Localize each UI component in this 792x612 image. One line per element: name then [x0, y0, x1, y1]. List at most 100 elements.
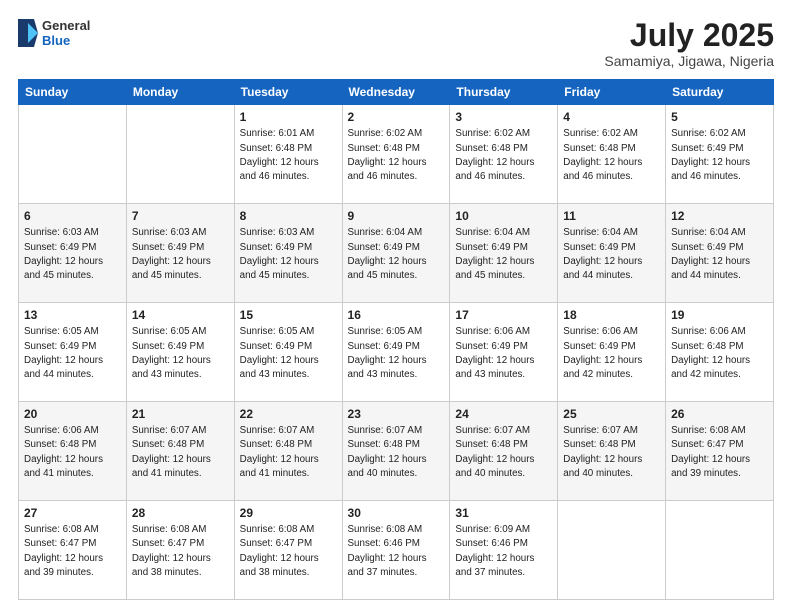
- day-info: Sunrise: 6:03 AMSunset: 6:49 PMDaylight:…: [24, 227, 103, 281]
- day-number: 25: [563, 406, 660, 422]
- day-number: 1: [240, 109, 337, 125]
- day-number: 26: [671, 406, 768, 422]
- calendar-header-tuesday: Tuesday: [234, 80, 342, 105]
- day-number: 9: [348, 208, 445, 224]
- day-number: 31: [455, 505, 552, 521]
- day-info: Sunrise: 6:06 AMSunset: 6:49 PMDaylight:…: [563, 326, 642, 380]
- day-info: Sunrise: 6:04 AMSunset: 6:49 PMDaylight:…: [455, 227, 534, 281]
- calendar-cell: 6 Sunrise: 6:03 AMSunset: 6:49 PMDaylight…: [19, 204, 127, 303]
- day-number: 8: [240, 208, 337, 224]
- day-number: 13: [24, 307, 121, 323]
- day-number: 10: [455, 208, 552, 224]
- day-number: 18: [563, 307, 660, 323]
- day-info: Sunrise: 6:03 AMSunset: 6:49 PMDaylight:…: [132, 227, 211, 281]
- calendar-cell: 11 Sunrise: 6:04 AMSunset: 6:49 PMDayligh…: [558, 204, 666, 303]
- day-number: 30: [348, 505, 445, 521]
- title-month: July 2025: [604, 18, 774, 53]
- logo-general: General: [42, 18, 90, 33]
- calendar-cell: 25 Sunrise: 6:07 AMSunset: 6:48 PMDayligh…: [558, 402, 666, 501]
- calendar-cell: [558, 501, 666, 600]
- calendar-header-friday: Friday: [558, 80, 666, 105]
- calendar-week-row-1: 1Sunrise: 6:01 AMSunset: 6:48 PMDaylight…: [19, 105, 774, 204]
- day-info: Sunrise: 6:02 AMSunset: 6:48 PMDaylight:…: [455, 128, 534, 182]
- calendar-week-row-3: 13 Sunrise: 6:05 AMSunset: 6:49 PMDayligh…: [19, 303, 774, 402]
- day-info: Sunrise: 6:04 AMSunset: 6:49 PMDaylight:…: [348, 227, 427, 281]
- calendar-cell: [19, 105, 127, 204]
- calendar-cell: [666, 501, 774, 600]
- day-number: 7: [132, 208, 229, 224]
- calendar-cell: 17Sunrise: 6:06 AMSunset: 6:49 PMDayligh…: [450, 303, 558, 402]
- calendar-cell: 28 Sunrise: 6:08 AMSunset: 6:47 PMDayligh…: [126, 501, 234, 600]
- calendar-cell: 8 Sunrise: 6:03 AMSunset: 6:49 PMDaylight…: [234, 204, 342, 303]
- day-info: Sunrise: 6:02 AMSunset: 6:49 PMDaylight:…: [671, 128, 750, 182]
- day-info: Sunrise: 6:07 AMSunset: 6:48 PMDaylight:…: [455, 425, 534, 479]
- day-number: 5: [671, 109, 768, 125]
- day-number: 19: [671, 307, 768, 323]
- day-number: 22: [240, 406, 337, 422]
- calendar-cell: 14Sunrise: 6:05 AMSunset: 6:49 PMDayligh…: [126, 303, 234, 402]
- calendar-cell: 9 Sunrise: 6:04 AMSunset: 6:49 PMDaylight…: [342, 204, 450, 303]
- day-info: Sunrise: 6:08 AMSunset: 6:46 PMDaylight:…: [348, 524, 427, 578]
- calendar-week-row-2: 6 Sunrise: 6:03 AMSunset: 6:49 PMDaylight…: [19, 204, 774, 303]
- calendar-cell: 20Sunrise: 6:06 AMSunset: 6:48 PMDayligh…: [19, 402, 127, 501]
- day-number: 16: [348, 307, 445, 323]
- day-info: Sunrise: 6:08 AMSunset: 6:47 PMDaylight:…: [24, 524, 103, 578]
- calendar-header-row: SundayMondayTuesdayWednesdayThursdayFrid…: [19, 80, 774, 105]
- calendar: SundayMondayTuesdayWednesdayThursdayFrid…: [18, 79, 774, 600]
- day-number: 23: [348, 406, 445, 422]
- day-info: Sunrise: 6:07 AMSunset: 6:48 PMDaylight:…: [132, 425, 211, 479]
- day-number: 4: [563, 109, 660, 125]
- day-number: 3: [455, 109, 552, 125]
- calendar-cell: 10 Sunrise: 6:04 AMSunset: 6:49 PMDayligh…: [450, 204, 558, 303]
- calendar-cell: 22Sunrise: 6:07 AMSunset: 6:48 PMDayligh…: [234, 402, 342, 501]
- calendar-cell: 5 Sunrise: 6:02 AMSunset: 6:49 PMDaylight…: [666, 105, 774, 204]
- day-number: 6: [24, 208, 121, 224]
- calendar-header-monday: Monday: [126, 80, 234, 105]
- day-info: Sunrise: 6:06 AMSunset: 6:49 PMDaylight:…: [455, 326, 534, 380]
- calendar-cell: 1Sunrise: 6:01 AMSunset: 6:48 PMDaylight…: [234, 105, 342, 204]
- calendar-cell: 23Sunrise: 6:07 AMSunset: 6:48 PMDayligh…: [342, 402, 450, 501]
- calendar-cell: [126, 105, 234, 204]
- calendar-cell: 26 Sunrise: 6:08 AMSunset: 6:47 PMDayligh…: [666, 402, 774, 501]
- calendar-cell: 29 Sunrise: 6:08 AMSunset: 6:47 PMDayligh…: [234, 501, 342, 600]
- calendar-cell: 24Sunrise: 6:07 AMSunset: 6:48 PMDayligh…: [450, 402, 558, 501]
- calendar-cell: 30 Sunrise: 6:08 AMSunset: 6:46 PMDayligh…: [342, 501, 450, 600]
- day-number: 2: [348, 109, 445, 125]
- calendar-cell: 31Sunrise: 6:09 AMSunset: 6:46 PMDayligh…: [450, 501, 558, 600]
- day-number: 28: [132, 505, 229, 521]
- day-number: 29: [240, 505, 337, 521]
- header: General Blue July 2025 Samamiya, Jigawa,…: [18, 18, 774, 69]
- day-info: Sunrise: 6:08 AMSunset: 6:47 PMDaylight:…: [132, 524, 211, 578]
- calendar-header-sunday: Sunday: [19, 80, 127, 105]
- calendar-cell: 3 Sunrise: 6:02 AMSunset: 6:48 PMDaylight…: [450, 105, 558, 204]
- calendar-cell: 2Sunrise: 6:02 AMSunset: 6:48 PMDaylight…: [342, 105, 450, 204]
- day-info: Sunrise: 6:03 AMSunset: 6:49 PMDaylight:…: [240, 227, 319, 281]
- day-info: Sunrise: 6:05 AMSunset: 6:49 PMDaylight:…: [348, 326, 427, 380]
- title-location: Samamiya, Jigawa, Nigeria: [604, 53, 774, 69]
- title-block: July 2025 Samamiya, Jigawa, Nigeria: [604, 18, 774, 69]
- day-number: 11: [563, 208, 660, 224]
- calendar-cell: 27 Sunrise: 6:08 AMSunset: 6:47 PMDayligh…: [19, 501, 127, 600]
- day-number: 27: [24, 505, 121, 521]
- logo: General Blue: [18, 18, 90, 48]
- day-info: Sunrise: 6:05 AMSunset: 6:49 PMDaylight:…: [240, 326, 319, 380]
- calendar-cell: 7 Sunrise: 6:03 AMSunset: 6:49 PMDaylight…: [126, 204, 234, 303]
- day-info: Sunrise: 6:08 AMSunset: 6:47 PMDaylight:…: [671, 425, 750, 479]
- day-info: Sunrise: 6:04 AMSunset: 6:49 PMDaylight:…: [563, 227, 642, 281]
- calendar-cell: 16 Sunrise: 6:05 AMSunset: 6:49 PMDayligh…: [342, 303, 450, 402]
- calendar-cell: 15 Sunrise: 6:05 AMSunset: 6:49 PMDayligh…: [234, 303, 342, 402]
- calendar-cell: 13Sunrise: 6:05 AMSunset: 6:49 PMDayligh…: [19, 303, 127, 402]
- day-number: 15: [240, 307, 337, 323]
- day-number: 21: [132, 406, 229, 422]
- calendar-week-row-5: 27 Sunrise: 6:08 AMSunset: 6:47 PMDayligh…: [19, 501, 774, 600]
- calendar-header-wednesday: Wednesday: [342, 80, 450, 105]
- logo-blue: Blue: [42, 33, 90, 48]
- day-info: Sunrise: 6:07 AMSunset: 6:48 PMDaylight:…: [563, 425, 642, 479]
- day-info: Sunrise: 6:08 AMSunset: 6:47 PMDaylight:…: [240, 524, 319, 578]
- day-number: 12: [671, 208, 768, 224]
- calendar-week-row-4: 20Sunrise: 6:06 AMSunset: 6:48 PMDayligh…: [19, 402, 774, 501]
- calendar-cell: 4Sunrise: 6:02 AMSunset: 6:48 PMDaylight…: [558, 105, 666, 204]
- calendar-cell: 18 Sunrise: 6:06 AMSunset: 6:49 PMDayligh…: [558, 303, 666, 402]
- day-number: 14: [132, 307, 229, 323]
- calendar-cell: 21 Sunrise: 6:07 AMSunset: 6:48 PMDayligh…: [126, 402, 234, 501]
